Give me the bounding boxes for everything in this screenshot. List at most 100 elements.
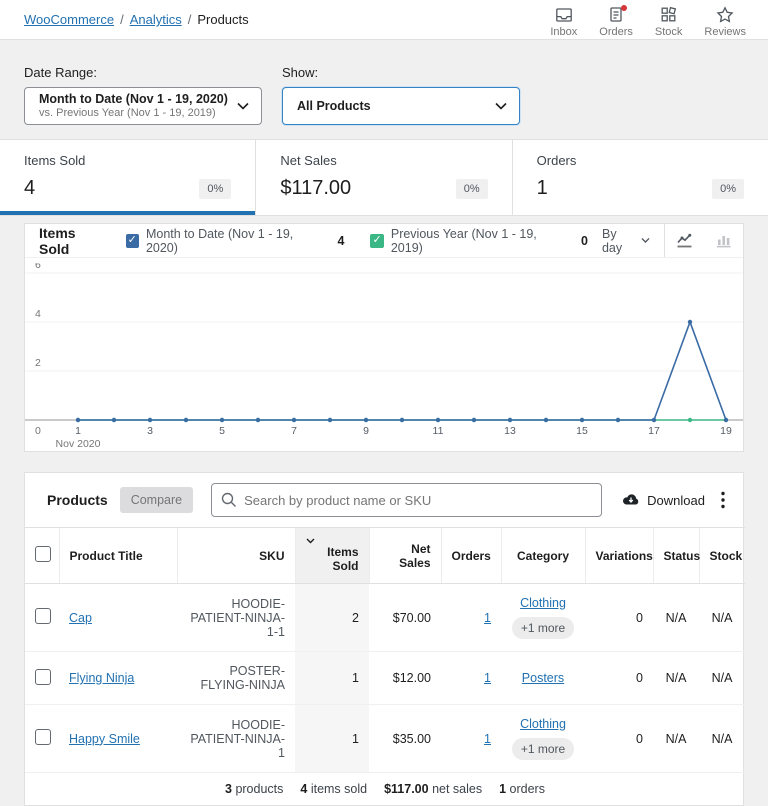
interval-select[interactable]: By day [588, 224, 664, 257]
legend-item-current-period[interactable]: ✓ Month to Date (Nov 1 - 19, 2020) 4 [125, 227, 345, 255]
svg-text:Nov 2020: Nov 2020 [56, 438, 101, 450]
svg-text:1: 1 [75, 425, 81, 437]
card-label: Net Sales [280, 153, 337, 168]
items-sold-cell: 2 [295, 583, 369, 652]
summary-card-items-sold[interactable]: Items Sold 4 0% [0, 140, 257, 215]
show-select[interactable]: All Products [282, 87, 520, 125]
column-header-sku[interactable]: SKU [176, 527, 295, 584]
chart-panel: Items Sold ✓ Month to Date (Nov 1 - 19, … [24, 223, 744, 452]
show-filter: Show: All Products [282, 65, 520, 125]
activity-inbox-button[interactable]: Inbox [550, 2, 577, 38]
summary-numbers: Items Sold 4 0% Net Sales $117.00 0% Ord… [0, 139, 768, 216]
row-select-cell [25, 704, 59, 773]
breadcrumb-woocommerce[interactable]: WooCommerce [24, 12, 114, 27]
svg-text:19: 19 [720, 425, 732, 437]
card-label: Items Sold [24, 153, 86, 168]
stock-cell: N/A [699, 704, 745, 773]
search-input[interactable] [211, 483, 603, 517]
summary-stat: 4 items sold [300, 782, 368, 796]
summary-stat: 1 orders [499, 782, 545, 796]
activity-stock-button[interactable]: Stock [655, 2, 682, 38]
category-link[interactable]: Clothing [520, 717, 566, 731]
category-more-badge[interactable]: +1 more [511, 617, 575, 639]
date-range-value: Month to Date (Nov 1 - 19, 2020) [39, 92, 228, 106]
category-link[interactable]: Clothing [520, 596, 566, 610]
summary-card-orders[interactable]: Orders 1 0% [513, 140, 768, 215]
card-value: $117.00 [280, 177, 352, 199]
chart-area[interactable]: 0 2 4 6 1 3 5 7 9 11 13 15 17 19 Nov 2020 [25, 258, 743, 451]
row-checkbox[interactable] [35, 729, 51, 745]
products-panel: Products Compare Download [24, 472, 745, 806]
activity-reviews-label: Reviews [704, 25, 746, 38]
line-chart-icon [677, 233, 692, 248]
column-header-net-sales[interactable]: Net Sales [368, 527, 441, 584]
chevron-down-icon [641, 237, 650, 243]
select-all-header [25, 527, 59, 584]
variations-cell: 0 [585, 583, 653, 652]
row-checkbox[interactable] [35, 668, 51, 685]
card-delta-badge: 0% [199, 178, 232, 199]
category-more-badge[interactable]: +1 more [511, 738, 575, 760]
orders-count-link[interactable]: 1 [484, 671, 491, 685]
breadcrumb-current-page: Products [197, 12, 249, 27]
legend-value: 0 [581, 233, 588, 248]
card-label: Orders [536, 153, 577, 168]
svg-text:7: 7 [291, 425, 297, 437]
column-header-stock[interactable]: Stock [698, 527, 745, 584]
column-header-orders[interactable]: Orders [440, 527, 501, 584]
top-bar: WooCommerce / Analytics / Products Inbox [0, 0, 768, 40]
summary-stat: $117.00 net sales [384, 782, 483, 796]
column-header-status[interactable]: Status [652, 527, 700, 584]
column-header-variations[interactable]: Variations [584, 527, 653, 584]
net-sales-cell: $70.00 [369, 583, 441, 652]
activity-reviews-button[interactable]: Reviews [704, 2, 746, 38]
date-range-select[interactable]: Month to Date (Nov 1 - 19, 2020) vs. Pre… [24, 87, 262, 125]
svg-text:13: 13 [504, 425, 516, 437]
category-link[interactable]: Posters [522, 671, 564, 685]
legend-value: 4 [337, 233, 345, 248]
legend-checkbox-current[interactable]: ✓ [125, 233, 139, 248]
svg-text:2: 2 [35, 357, 41, 369]
activity-orders-button[interactable]: Orders [599, 2, 633, 38]
products-table: Product Title SKU Items Sold Net Sales O… [25, 527, 745, 805]
orders-count-link[interactable]: 1 [484, 732, 491, 746]
ellipsis-menu-icon[interactable] [721, 491, 725, 509]
download-button[interactable]: Download [622, 493, 705, 508]
download-label: Download [647, 492, 705, 508]
table-row: Flying Ninja POSTER-FLYING-NINJA 1 $12.00 1 P… [25, 651, 745, 705]
table-header-row: Product Title SKU Items Sold Net Sales O… [25, 527, 745, 584]
product-title-link[interactable]: Happy Smile [69, 732, 140, 746]
line-chart-button[interactable] [665, 224, 704, 257]
svg-text:15: 15 [576, 425, 588, 437]
card-delta-badge: 0% [455, 178, 488, 199]
product-search [211, 483, 603, 517]
breadcrumb-analytics[interactable]: Analytics [130, 12, 182, 27]
net-sales-cell: $12.00 [369, 651, 441, 705]
svg-text:0: 0 [35, 425, 41, 437]
row-checkbox[interactable] [35, 608, 51, 624]
svg-text:17: 17 [648, 425, 660, 437]
legend-checkbox-previous[interactable]: ✓ [370, 233, 384, 248]
table-row: Cap HOODIE-PATIENT-NINJA-1-1 2 $70.00 1 Cloth… [25, 583, 745, 652]
legend-item-previous-period[interactable]: ✓ Previous Year (Nov 1 - 19, 2019) 0 [370, 227, 588, 255]
status-cell: N/A [653, 704, 699, 773]
summary-card-net-sales[interactable]: Net Sales $117.00 0% [256, 140, 513, 215]
product-title-cell: Happy Smile [59, 704, 177, 773]
inbox-icon [555, 6, 573, 24]
product-title-cell: Flying Ninja [59, 651, 177, 705]
chart-controls: By day [588, 224, 743, 257]
stock-cell: N/A [699, 583, 745, 652]
breadcrumb: WooCommerce / Analytics / Products [24, 12, 249, 27]
orders-count-link[interactable]: 1 [484, 611, 491, 625]
category-cell: Posters [501, 651, 585, 705]
compare-button[interactable]: Compare [119, 487, 194, 513]
product-title-link[interactable]: Flying Ninja [69, 671, 134, 685]
column-header-product-title[interactable]: Product Title [58, 527, 177, 584]
bar-chart-button[interactable] [704, 224, 743, 257]
column-header-category[interactable]: Category [500, 527, 585, 584]
chart-title: Items Sold [39, 224, 76, 257]
select-all-checkbox[interactable] [35, 546, 51, 562]
product-title-link[interactable]: Cap [69, 611, 92, 625]
orders-cell: 1 [441, 704, 501, 773]
column-header-items-sold[interactable]: Items Sold [294, 527, 369, 584]
